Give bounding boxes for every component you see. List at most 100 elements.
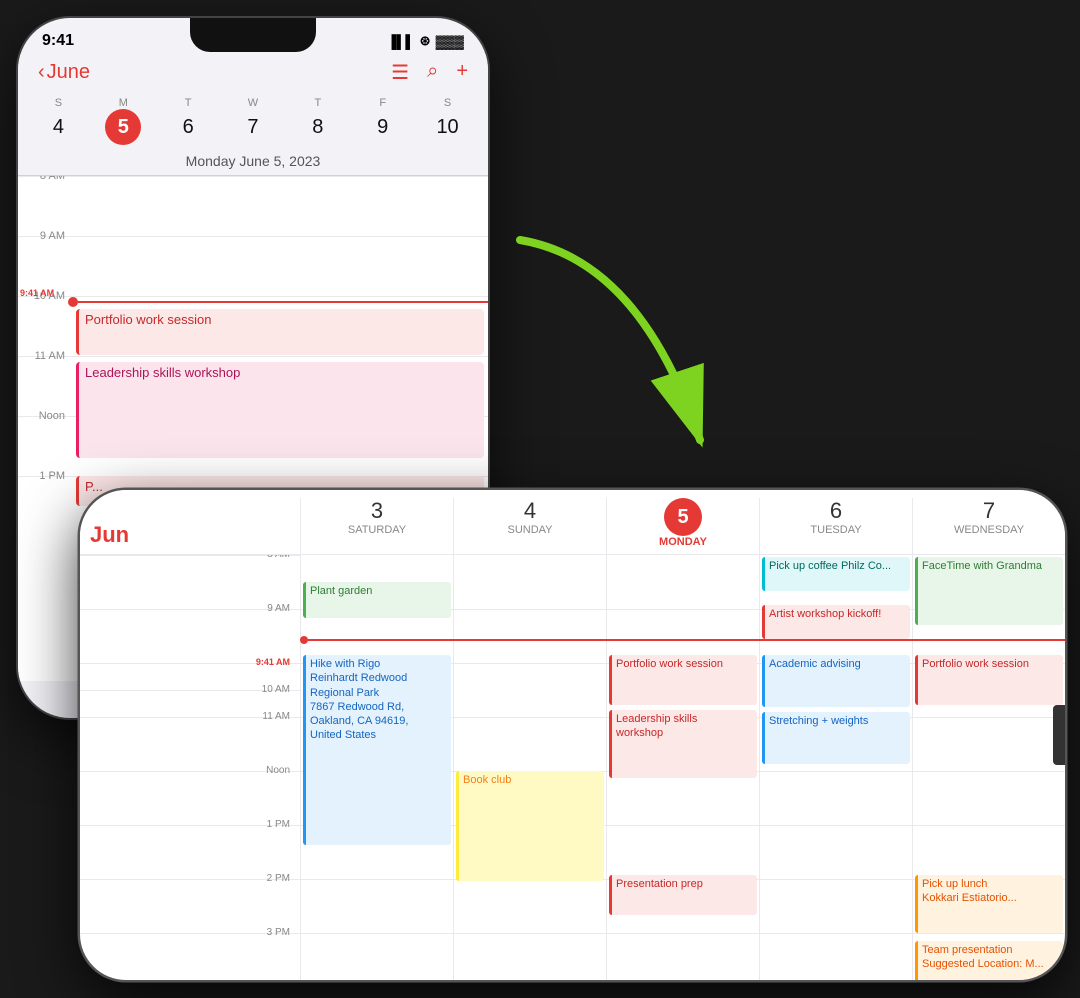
wednesday-num: 7 xyxy=(913,498,1065,524)
header-tuesday[interactable]: 6 Tuesday xyxy=(759,498,912,554)
event-title: Stretching + weights xyxy=(769,715,868,727)
battery-icon: ▓▓▓ xyxy=(436,34,464,49)
event-pickup-lunch[interactable]: Pick up lunch Kokkari Estiatorio... xyxy=(915,875,1063,933)
tl-8am: 8 AM xyxy=(80,555,300,560)
event-leadership-l[interactable]: Leadership skills workshop xyxy=(609,710,757,778)
add-icon[interactable]: + xyxy=(456,60,468,85)
time-label-1pm: 1 PM xyxy=(18,470,73,482)
event-hike-rigo[interactable]: Hike with Rigo Reinhardt Redwood Regiona… xyxy=(303,655,451,845)
time-label-noon: Noon xyxy=(18,410,73,422)
search-icon[interactable]: ⌕ xyxy=(427,60,438,85)
day-columns: Plant garden Hike with Rigo Reinhardt Re… xyxy=(300,555,1065,980)
tl-2pm: 2 PM xyxy=(80,873,300,884)
time-label-9am: 9 AM xyxy=(18,230,73,242)
selected-date-label: Monday June 5, 2023 xyxy=(18,149,488,175)
back-chevron-icon: ‹ xyxy=(38,61,45,84)
header-monday[interactable]: 5 Monday xyxy=(606,498,759,554)
event-title: Artist workshop kickoff! xyxy=(769,608,881,620)
event-leadership-workshop[interactable]: Leadership skills workshop xyxy=(76,362,484,458)
event-presentation-prep[interactable]: Presentation prep xyxy=(609,875,757,915)
day-col-monday[interactable]: Portfolio work session Leadership skills… xyxy=(606,555,759,980)
event-title: Leadership skills workshop xyxy=(85,365,240,380)
event-portfolio-work-wed[interactable]: Portfolio work session xyxy=(915,655,1063,705)
day-col-mon[interactable]: M 5 xyxy=(91,93,156,149)
month-name-label: Jun xyxy=(90,522,129,548)
event-team-presentation[interactable]: Team presentation Suggested Location: M.… xyxy=(915,941,1063,980)
month-corner: Jun xyxy=(80,498,300,554)
day-col-wed[interactable]: W 7 xyxy=(221,93,286,149)
tuesday-num: 6 xyxy=(760,498,912,524)
day-col-wednesday[interactable]: FaceTime with Grandma Portfolio work ses… xyxy=(912,555,1065,980)
monday-num: 5 xyxy=(664,498,702,536)
notch xyxy=(190,18,316,52)
event-pickup-coffee[interactable]: Pick up coffee Philz Co... xyxy=(762,557,910,591)
status-time: 9:41 xyxy=(42,32,74,50)
event-title: Team presentation Suggested Location: M.… xyxy=(922,944,1044,970)
event-title: Plant garden xyxy=(310,585,372,597)
list-icon[interactable]: ☰ xyxy=(391,60,409,85)
arrow-indicator xyxy=(460,220,760,500)
current-time-label: 9:41 AM xyxy=(20,288,54,298)
side-notch xyxy=(1053,705,1065,765)
event-title: FaceTime with Grandma xyxy=(922,560,1042,572)
tl-941: 9:41 AM xyxy=(256,657,290,667)
monday-name: Monday xyxy=(607,536,759,548)
header-icons: ☰ ⌕ + xyxy=(391,60,468,85)
tl-11am: 11 AM xyxy=(80,711,300,722)
day-col-tuesday[interactable]: Pick up coffee Philz Co... Artist worksh… xyxy=(759,555,912,980)
event-title: Pick up coffee Philz Co... xyxy=(769,560,891,572)
event-title: Presentation prep xyxy=(616,878,703,890)
day-col-sun[interactable]: S 4 xyxy=(26,93,91,149)
day-col-sunday[interactable]: Book club xyxy=(453,555,606,980)
signal-icon: ▐▌▌ xyxy=(387,34,415,49)
event-stretching-weights[interactable]: Stretching + weights xyxy=(762,712,910,764)
phone-landscape: Jun 3 Saturday 4 Sunday 5 Monday 6 xyxy=(80,490,1065,980)
current-time-indicator: 9:41 AM xyxy=(18,297,488,307)
landscape-calendar-header: Jun 3 Saturday 4 Sunday 5 Monday 6 xyxy=(80,490,1065,555)
day-col-tue[interactable]: T 6 xyxy=(156,93,221,149)
week-row: S 4 M 5 T 6 W 7 T 8 F 9 S 10 xyxy=(18,93,488,149)
event-title: Leadership skills workshop xyxy=(616,713,697,739)
header-saturday[interactable]: 3 Saturday xyxy=(300,498,453,554)
calendar-header: ‹ June ☰ ⌕ + xyxy=(18,54,488,93)
tl-9am: 9 AM xyxy=(80,603,300,614)
event-plant-garden[interactable]: Plant garden xyxy=(303,582,451,618)
landscape-calendar: Jun 3 Saturday 4 Sunday 5 Monday 6 xyxy=(80,490,1065,980)
event-title: Academic advising xyxy=(769,658,861,670)
time-label-8am: 8 AM xyxy=(18,176,73,182)
day-col-thu[interactable]: T 8 xyxy=(285,93,350,149)
time-label-11am: 11 AM xyxy=(18,350,73,362)
day-col-sat[interactable]: S 10 xyxy=(415,93,480,149)
day-col-saturday[interactable]: Plant garden Hike with Rigo Reinhardt Re… xyxy=(300,555,453,980)
event-book-club[interactable]: Book club xyxy=(456,771,604,881)
landscape-body: 8 AM 9 AM 9:41 AM 10 AM 11 AM Noon 1 PM … xyxy=(80,555,1065,980)
event-portfolio-work[interactable]: Portfolio work session xyxy=(76,309,484,355)
event-title: P... xyxy=(85,479,103,494)
sunday-num: 4 xyxy=(454,498,606,524)
tl-noon: Noon xyxy=(80,765,300,776)
month-label: June xyxy=(47,61,90,84)
event-artist-workshop[interactable]: Artist workshop kickoff! xyxy=(762,605,910,639)
tl-3pm: 3 PM xyxy=(80,927,300,938)
time-column: 8 AM 9 AM 9:41 AM 10 AM 11 AM Noon 1 PM … xyxy=(80,555,300,980)
wednesday-name: Wednesday xyxy=(913,524,1065,536)
event-title: Pick up lunch Kokkari Estiatorio... xyxy=(922,878,1017,904)
event-title: Portfolio work session xyxy=(616,658,723,670)
event-title: Portfolio work session xyxy=(85,312,211,327)
saturday-name: Saturday xyxy=(301,524,453,536)
saturday-num: 3 xyxy=(301,498,453,524)
day-col-fri[interactable]: F 9 xyxy=(350,93,415,149)
wifi-icon: ⊛ xyxy=(420,33,431,49)
header-wednesday[interactable]: 7 Wednesday xyxy=(912,498,1065,554)
status-icons: ▐▌▌ ⊛ ▓▓▓ xyxy=(387,33,464,49)
tl-1pm: 1 PM xyxy=(80,819,300,830)
header-sunday[interactable]: 4 Sunday xyxy=(453,498,606,554)
back-button[interactable]: ‹ June xyxy=(38,61,90,84)
event-academic-advising[interactable]: Academic advising xyxy=(762,655,910,707)
event-title: Book club xyxy=(463,774,511,786)
event-title: Hike with Rigo Reinhardt Redwood Regiona… xyxy=(310,658,408,741)
event-facetime-grandma[interactable]: FaceTime with Grandma xyxy=(915,557,1063,625)
event-title: Portfolio work session xyxy=(922,658,1029,670)
sunday-name: Sunday xyxy=(454,524,606,536)
event-portfolio-work-l[interactable]: Portfolio work session xyxy=(609,655,757,705)
